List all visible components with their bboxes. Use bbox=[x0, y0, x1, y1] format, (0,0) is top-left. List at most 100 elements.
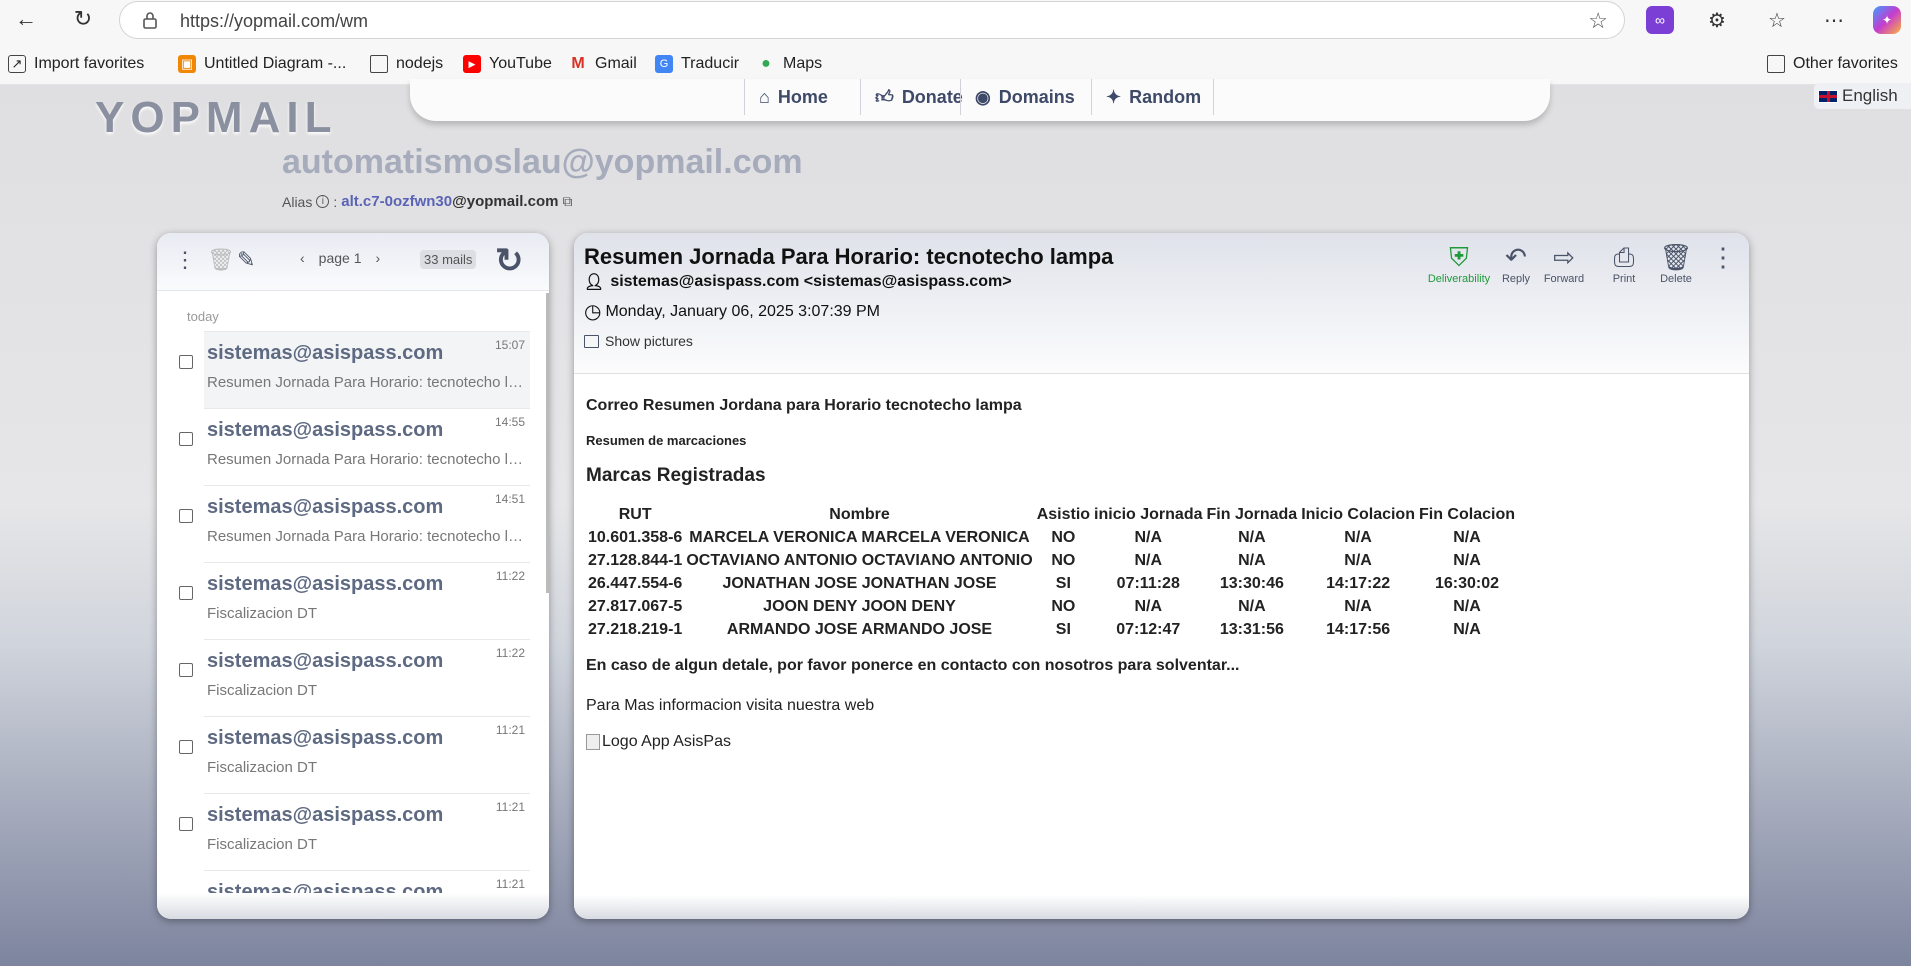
mail-list-item[interactable]: sistemas@asispass.com 11:21 Fiscalizacion … bbox=[179, 716, 530, 793]
uk-flag-icon bbox=[1818, 89, 1838, 103]
action-label: Forward bbox=[1543, 273, 1585, 285]
favorites-icon[interactable]: ☆ bbox=[1763, 6, 1791, 34]
scrollbar[interactable] bbox=[546, 293, 549, 593]
mail-subject: Resumen Jornada Para Horario: tecnotecho… bbox=[207, 374, 525, 391]
mail-list-item[interactable]: sistemas@asispass.com 14:55 Resumen Jornad… bbox=[179, 408, 530, 485]
youtube-icon: ▶ bbox=[463, 55, 481, 73]
mail-subject: Fiscalizacion DT bbox=[207, 682, 318, 699]
thumbs-up-icon: 👍︎ bbox=[875, 87, 894, 107]
mail-time: 11:22 bbox=[495, 569, 525, 583]
alias-row: Alias i : alt.c7-0ozfwn30 @yopmail.com ⧉ bbox=[282, 193, 572, 210]
mail-sender: sistemas@asispass.com bbox=[207, 496, 444, 518]
bookmark-youtube[interactable]: ▶ YouTube bbox=[463, 53, 552, 75]
action-label: Reply bbox=[1501, 273, 1531, 285]
bookmark-traducir[interactable]: G Traducir bbox=[655, 53, 739, 75]
image-icon bbox=[584, 334, 599, 348]
mail-checkbox[interactable] bbox=[179, 663, 193, 677]
alias-value[interactable]: alt.c7-0ozfwn30 bbox=[341, 193, 452, 210]
mail-checkbox[interactable] bbox=[179, 586, 193, 600]
table-cell: 27.218.219-1 bbox=[588, 620, 683, 638]
table-header-cell: RUT bbox=[618, 505, 652, 523]
more-menu-icon[interactable]: ⋯ bbox=[1820, 6, 1848, 34]
logo-alt-text: Logo App AsisPas bbox=[602, 733, 731, 750]
table-row: 27.128.844-1 OCTAVIANO ANTONIO OCTAVIANO … bbox=[586, 549, 1517, 572]
mail-checkbox[interactable] bbox=[179, 509, 193, 523]
date-text: Monday, January 06, 2025 3:07:39 PM bbox=[605, 302, 880, 320]
top-navigation: ⌂ Home 👍︎ Donate ◉ Domains ✦ Random English … bbox=[410, 79, 1911, 121]
mail-list-item[interactable]: sistemas@asispass.com 14:51 Resumen Jornad… bbox=[179, 485, 530, 562]
table-cell: SI bbox=[1055, 574, 1071, 592]
nav-label: Domains bbox=[998, 86, 1075, 107]
nav-donate[interactable]: 👍︎ Donate bbox=[860, 79, 963, 115]
mail-list-item[interactable]: sistemas@asispass.com 11:22 Fiscalizacion … bbox=[179, 562, 530, 639]
bookmark-label: YouTube bbox=[489, 55, 552, 72]
bookmark-import-favorites[interactable]: ↗ Import favorites bbox=[8, 53, 144, 75]
info-icon[interactable]: i bbox=[316, 195, 330, 208]
refresh-icon[interactable]: ↻ bbox=[495, 241, 524, 281]
table-cell: 07:12:47 bbox=[1116, 620, 1181, 638]
nav-label: Home bbox=[777, 86, 828, 107]
copy-icon[interactable]: ⧉ bbox=[562, 193, 572, 210]
table-cell: 14:17:56 bbox=[1326, 620, 1391, 638]
mail-list-item[interactable]: sistemas@asispass.com 15:07 Resumen Jornad… bbox=[179, 331, 530, 408]
globe-icon: ◉ bbox=[975, 86, 991, 107]
bookmark-label: Import favorites bbox=[34, 55, 145, 72]
mail-checkbox[interactable] bbox=[179, 355, 193, 369]
forward-button[interactable]: ⇨ Forward bbox=[1534, 243, 1594, 285]
chevron-right-icon[interactable]: › bbox=[376, 250, 381, 266]
nav-domains[interactable]: ◉ Domains bbox=[960, 79, 1075, 115]
trash-icon: 🗑︎ bbox=[1659, 242, 1693, 272]
bookmark-label: nodejs bbox=[396, 55, 444, 72]
print-button[interactable]: ⎙ Print bbox=[1594, 243, 1654, 285]
nav-home[interactable]: ⌂ Home bbox=[744, 79, 828, 115]
more-options-button[interactable]: ⋮ bbox=[1693, 243, 1749, 271]
mail-time: 11:21 bbox=[495, 723, 525, 737]
table-cell: JONATHAN JOSE JONATHAN JOSE bbox=[722, 574, 997, 592]
table-cell: 14:17:22 bbox=[1326, 574, 1391, 592]
nav-random[interactable]: ✦ Random bbox=[1091, 79, 1215, 115]
table-cell: NO bbox=[1051, 597, 1076, 615]
mail-checkbox[interactable] bbox=[179, 817, 193, 831]
message-date: ◷ Monday, January 06, 2025 3:07:39 PM bbox=[584, 299, 880, 324]
mail-checkbox[interactable] bbox=[179, 432, 193, 446]
mail-sender: sistemas@asispass.com bbox=[207, 419, 444, 441]
mail-sender: sistemas@asispass.com bbox=[207, 342, 444, 364]
favorite-star-icon[interactable]: ☆ bbox=[1588, 8, 1608, 34]
table-cell: OCTAVIANO ANTONIO OCTAVIANO ANTONIO bbox=[686, 551, 1033, 569]
copilot-icon[interactable]: ✦ bbox=[1873, 6, 1901, 34]
action-label: Delete bbox=[1660, 273, 1692, 285]
table-cell: 27.817.067-5 bbox=[588, 597, 683, 615]
bookmark-maps[interactable]: ● Maps bbox=[757, 53, 822, 75]
bookmark-nodejs[interactable]: nodejs bbox=[370, 53, 443, 75]
show-pictures-button[interactable]: Show pictures bbox=[584, 333, 693, 349]
forward-icon: ⇨ bbox=[1553, 242, 1575, 272]
back-icon[interactable]: ← bbox=[10, 3, 42, 35]
pencil-icon[interactable]: ✎ bbox=[237, 247, 255, 273]
message-subject: Resumen Jornada Para Horario: tecnotecho… bbox=[584, 244, 1114, 269]
bookmark-untitled-diagram[interactable]: ▣ Untitled Diagram -... bbox=[178, 53, 346, 75]
table-body: 10.601.358-6 MARCELA VERONICA MARCELA VER… bbox=[586, 526, 1517, 641]
mail-list-item[interactable]: sistemas@asispass.com 11:21 Fiscalizacion … bbox=[179, 793, 530, 870]
kebab-menu-icon[interactable]: ⋮ bbox=[174, 247, 196, 273]
bookmark-other-favorites[interactable]: Other favorites bbox=[1767, 53, 1898, 75]
chevron-left-icon[interactable]: ‹ bbox=[300, 250, 305, 266]
address-bar[interactable]: https://yopmail.com/wm ☆ bbox=[119, 1, 1625, 39]
extension-icon[interactable]: ∞ bbox=[1646, 6, 1674, 34]
table-cell: N/A bbox=[1134, 597, 1163, 615]
table-cell: N/A bbox=[1238, 597, 1266, 615]
mail-checkbox[interactable] bbox=[179, 740, 193, 754]
yopmail-logo[interactable]: YOPMAIL bbox=[95, 93, 337, 143]
body-footer-note: En caso de algun detale, por favor poner… bbox=[586, 657, 1240, 674]
table-cell: N/A bbox=[1238, 551, 1266, 569]
language-select[interactable]: English ⌄ bbox=[1814, 83, 1911, 109]
refresh-icon[interactable]: ↻ bbox=[67, 3, 99, 35]
trash-icon[interactable]: 🗑︎ bbox=[207, 247, 235, 273]
bookmark-gmail[interactable]: M Gmail bbox=[569, 53, 636, 75]
table-cell: SI bbox=[1055, 620, 1071, 638]
extensions-puzzle-icon[interactable]: ⚙ bbox=[1703, 6, 1731, 34]
browser-chrome: ← ↻ https://yopmail.com/wm ☆ ∞ ⚙ ☆ ⋯ ✦ ↗… bbox=[0, 0, 1911, 85]
table-header-cell: Nombre bbox=[829, 505, 890, 523]
body-section-title: Marcas Registradas bbox=[586, 465, 766, 486]
mail-list-item[interactable]: sistemas@asispass.com 11:22 Fiscalizacion … bbox=[179, 639, 530, 716]
table-cell: N/A bbox=[1453, 620, 1481, 638]
